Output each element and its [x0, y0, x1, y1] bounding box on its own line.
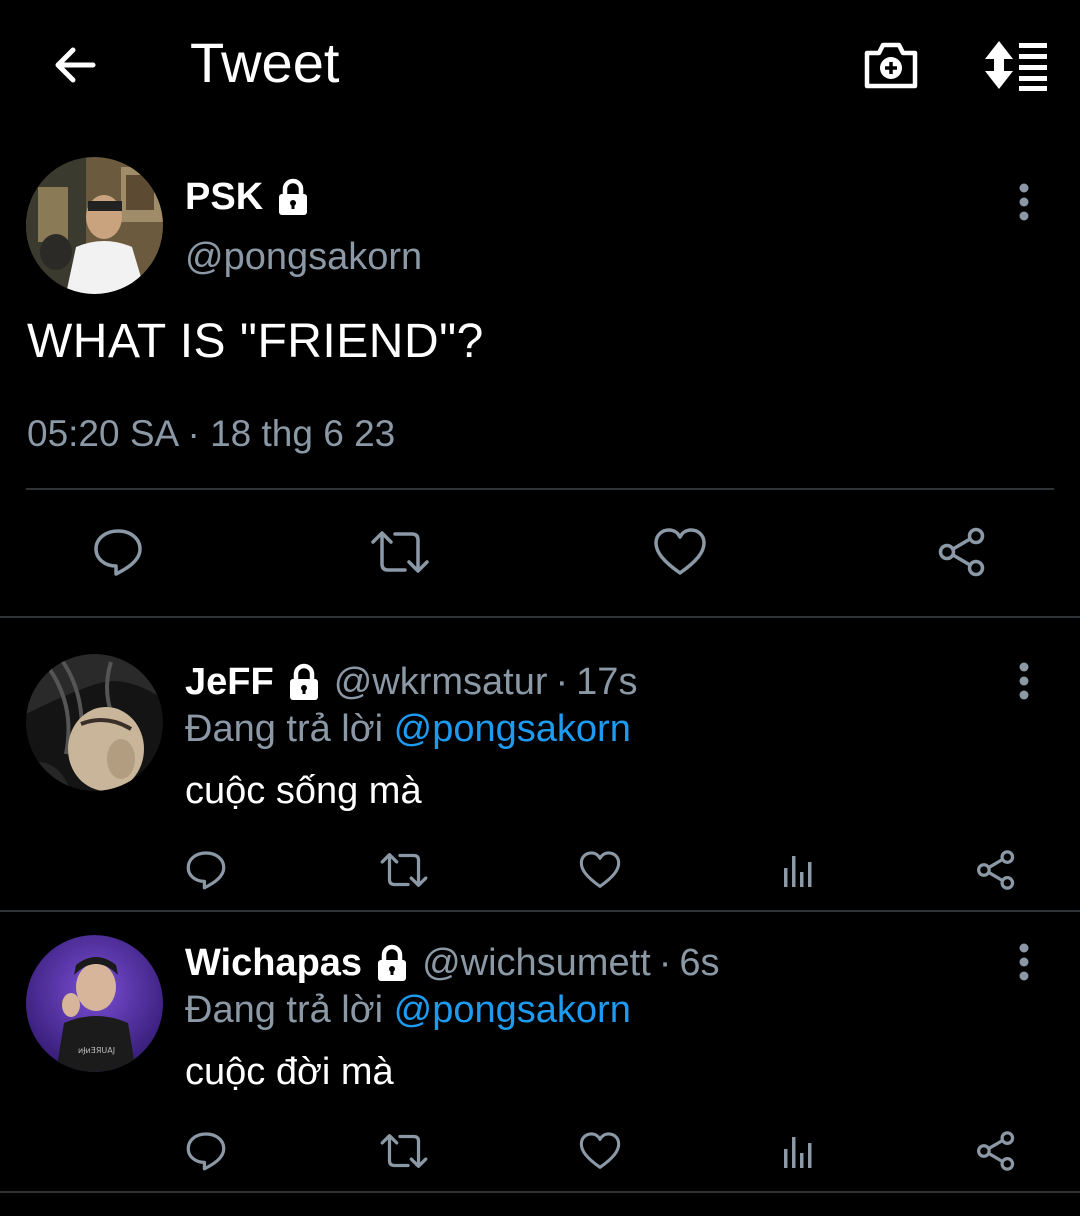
separator-dot: · — [555, 660, 569, 703]
separator-dot: · — [658, 941, 672, 984]
mention-link[interactable]: @pongsakorn — [394, 708, 631, 750]
share-icon — [938, 527, 985, 577]
reply-author-name[interactable]: JeFF — [185, 661, 274, 704]
like-button[interactable] — [576, 1127, 624, 1175]
share-button[interactable] — [932, 522, 992, 582]
sort-list-icon — [985, 41, 1047, 91]
divider — [0, 616, 1080, 618]
svg-text:ᴎɈᴎƎЯUAJ: ᴎɈᴎƎЯUAJ — [78, 1046, 115, 1055]
arrow-left-icon — [55, 47, 96, 83]
reply-time: 6s — [679, 941, 720, 984]
more-vertical-icon — [1019, 183, 1029, 221]
back-button[interactable] — [40, 30, 110, 100]
replying-to: Đang trả lời @pongsakorn — [185, 708, 631, 751]
retweet-icon — [371, 531, 429, 573]
avatar[interactable] — [26, 157, 163, 294]
lock-icon — [284, 662, 324, 702]
replying-to: Đang trả lời @pongsakorn — [185, 989, 631, 1032]
reply-bubble-icon — [94, 529, 142, 576]
page-title: Tweet — [190, 31, 340, 94]
reply-button[interactable] — [88, 522, 148, 582]
camera-add-button[interactable] — [856, 30, 926, 100]
reply-author-handle[interactable]: @wichsumett — [422, 942, 651, 985]
heart-icon — [579, 851, 621, 888]
avatar-photo: ᴎɈᴎƎЯUAJ — [26, 935, 163, 1072]
avatar[interactable]: ᴎɈᴎƎЯUAJ — [26, 935, 163, 1072]
camera-plus-icon — [864, 42, 918, 89]
more-options-button[interactable] — [1004, 651, 1044, 711]
divider — [0, 1191, 1080, 1193]
more-options-button[interactable] — [1004, 932, 1044, 992]
retweet-button[interactable] — [378, 846, 430, 894]
retweet-icon — [380, 853, 428, 887]
top-bar: Tweet — [0, 0, 1080, 130]
reply-header: Wichapas @wichsumett · 6s — [185, 938, 720, 988]
tweet-timestamp: 05:20 SA · 18 thg 6 23 — [27, 413, 396, 454]
replying-to-prefix: Đang trả lời — [185, 708, 394, 750]
share-button[interactable] — [972, 1127, 1020, 1175]
share-button[interactable] — [972, 846, 1020, 894]
analytics-bars-icon — [784, 1137, 812, 1168]
share-icon — [977, 1131, 1015, 1171]
reply-button[interactable] — [182, 846, 230, 894]
retweet-button[interactable] — [378, 1127, 430, 1175]
divider — [26, 488, 1054, 490]
lock-icon — [273, 177, 313, 217]
author-name-row: PSK — [185, 172, 313, 222]
heart-icon — [579, 1132, 621, 1169]
retweet-button[interactable] — [368, 522, 432, 582]
reply-author-name[interactable]: Wichapas — [185, 942, 362, 985]
reply-author-handle[interactable]: @wkrmsatur — [334, 661, 548, 704]
more-vertical-icon — [1019, 943, 1029, 981]
author-handle[interactable]: @pongsakorn — [185, 236, 422, 279]
avatar[interactable] — [26, 654, 163, 791]
reply-text: cuộc đời mà — [185, 1051, 394, 1093]
analytics-bars-icon — [784, 856, 812, 887]
sort-replies-button[interactable] — [980, 30, 1052, 100]
tweet-text: WHAT IS "FRIEND"? — [27, 315, 484, 368]
like-button[interactable] — [650, 522, 710, 582]
reply-time: 17s — [576, 660, 638, 703]
replying-to-prefix: Đang trả lời — [185, 989, 394, 1031]
analytics-button[interactable] — [774, 1127, 822, 1175]
divider — [0, 910, 1080, 912]
reply-bubble-icon — [186, 851, 226, 890]
more-vertical-icon — [1019, 662, 1029, 700]
analytics-button[interactable] — [774, 846, 822, 894]
more-options-button[interactable] — [1004, 172, 1044, 232]
reply-bubble-icon — [186, 1132, 226, 1171]
reply-text: cuộc sống mà — [185, 770, 422, 812]
reply-header: JeFF @wkrmsatur · 17s — [185, 657, 637, 707]
share-icon — [977, 850, 1015, 890]
heart-icon — [654, 528, 706, 575]
lock-icon — [372, 943, 412, 983]
like-button[interactable] — [576, 846, 624, 894]
avatar-photo — [26, 654, 163, 791]
avatar-photo — [26, 157, 163, 294]
retweet-icon — [380, 1134, 428, 1168]
mention-link[interactable]: @pongsakorn — [394, 989, 631, 1031]
reply-button[interactable] — [182, 1127, 230, 1175]
author-name[interactable]: PSK — [185, 176, 263, 219]
